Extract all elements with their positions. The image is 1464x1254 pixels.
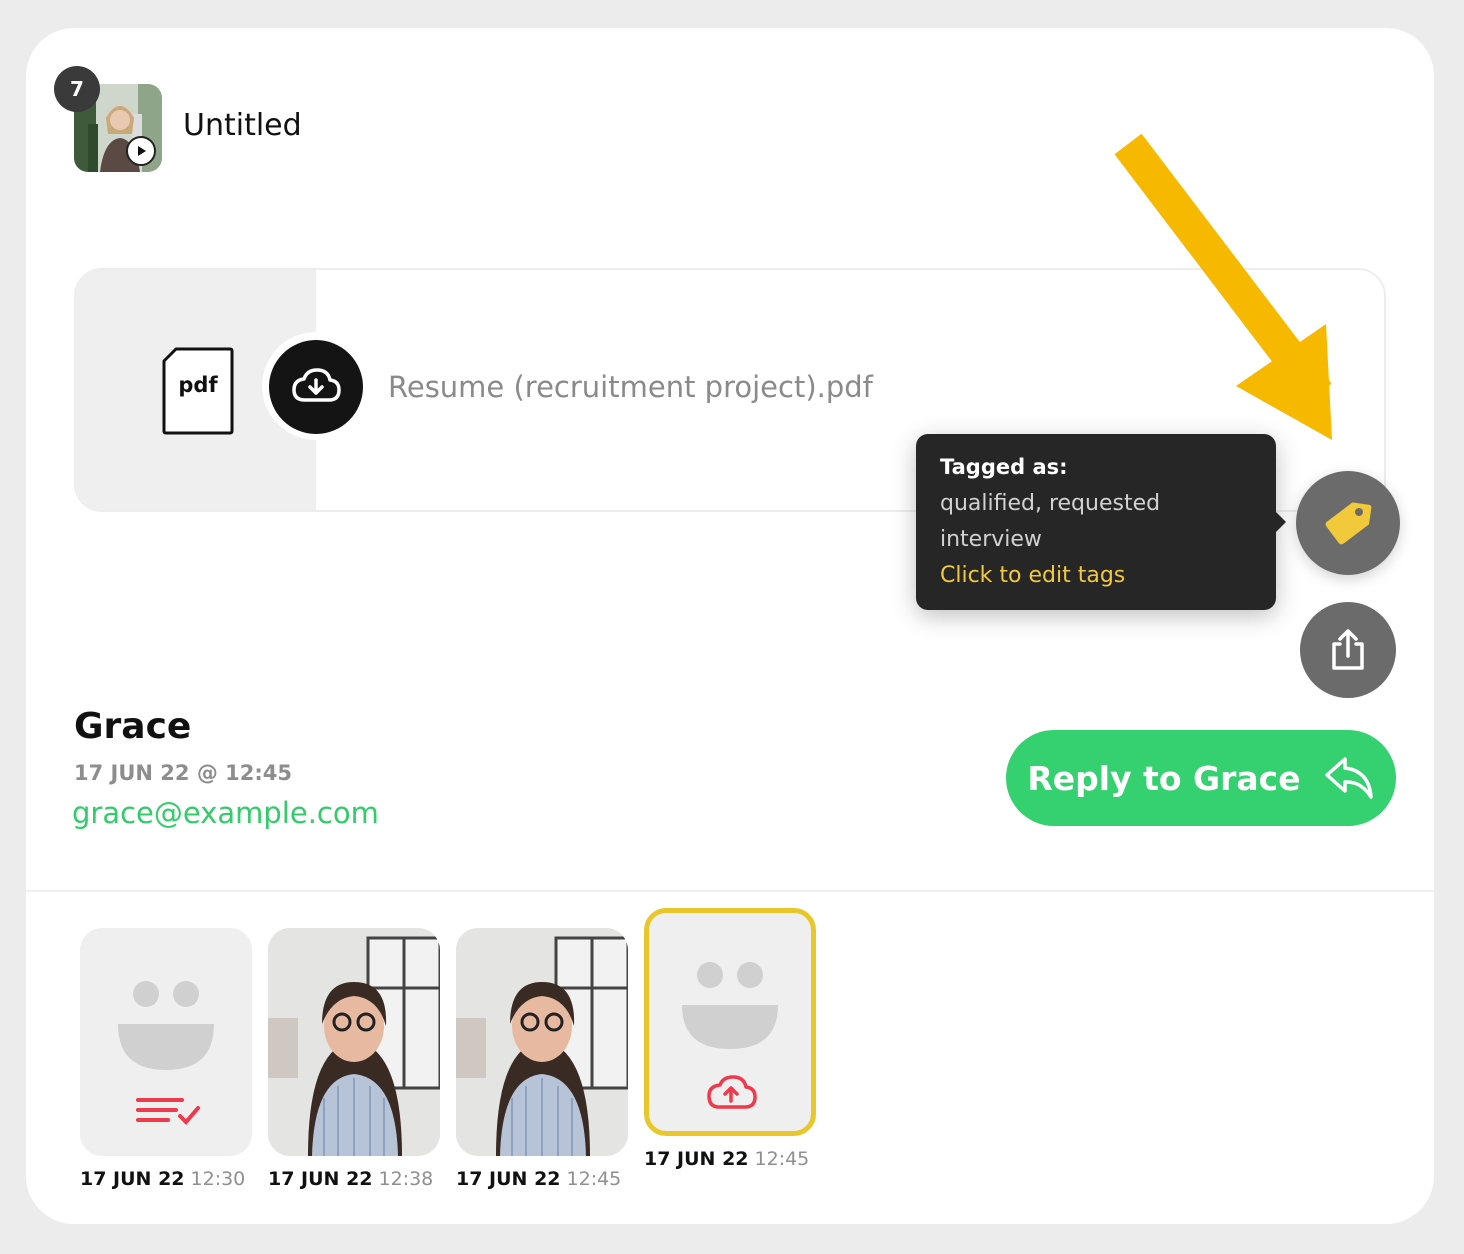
reply-button[interactable]: Reply to Grace [1006, 730, 1396, 826]
play-icon [126, 136, 156, 166]
thumbnail-caption: 17 JUN 22 12:38 [268, 1168, 434, 1190]
response-card: 7 Untitled pdf Resume (recruitment proje… [26, 28, 1434, 1224]
response-thumbnail-text[interactable] [80, 928, 252, 1156]
video-frame-image [456, 928, 628, 1156]
text-check-icon [136, 1098, 200, 1125]
reply-button-label: Reply to Grace [1027, 758, 1301, 798]
thumbnail-caption: 17 JUN 22 12:30 [80, 1168, 246, 1190]
respondent-email-link[interactable]: grace@example.com [72, 796, 379, 830]
placeholder-face-icon [118, 981, 214, 1125]
annotation-arrow-icon [1114, 133, 1332, 440]
thumbnail-caption: 17 JUN 22 12:45 [456, 1168, 622, 1190]
tooltip-tags: qualified, requested interview [940, 491, 1161, 552]
response-timestamp: 17 JUN 22 @ 12:45 [74, 761, 292, 785]
response-thumbnail-video[interactable] [268, 928, 440, 1156]
respondent-name: Grace [74, 706, 192, 747]
section-divider [26, 890, 1434, 892]
attachment-file-name[interactable]: Resume (recruitment project).pdf [388, 370, 873, 404]
video-frame-image [268, 928, 440, 1156]
tag-icon [1325, 502, 1372, 545]
share-button[interactable] [1300, 602, 1396, 698]
page-title[interactable]: Untitled [183, 108, 302, 143]
tag-button[interactable] [1296, 471, 1400, 575]
cloud-upload-icon [707, 1075, 757, 1109]
reply-arrow-icon [1324, 757, 1373, 799]
response-count-badge: 7 [54, 66, 100, 112]
edit-tags-link[interactable]: Click to edit tags [940, 558, 1252, 594]
file-type-label: pdf [178, 373, 218, 397]
response-thumbnail-upload[interactable] [644, 908, 816, 1136]
tags-tooltip: Tagged as: qualified, requested intervie… [916, 434, 1286, 610]
thumbnail-caption: 17 JUN 22 12:45 [644, 1148, 810, 1170]
cloud-download-icon [292, 368, 341, 402]
placeholder-face-icon [682, 962, 778, 1109]
share-icon [1332, 629, 1364, 670]
tooltip-heading: Tagged as: [940, 455, 1068, 479]
download-button[interactable] [269, 340, 363, 434]
response-thumbnail-video[interactable] [456, 928, 628, 1156]
